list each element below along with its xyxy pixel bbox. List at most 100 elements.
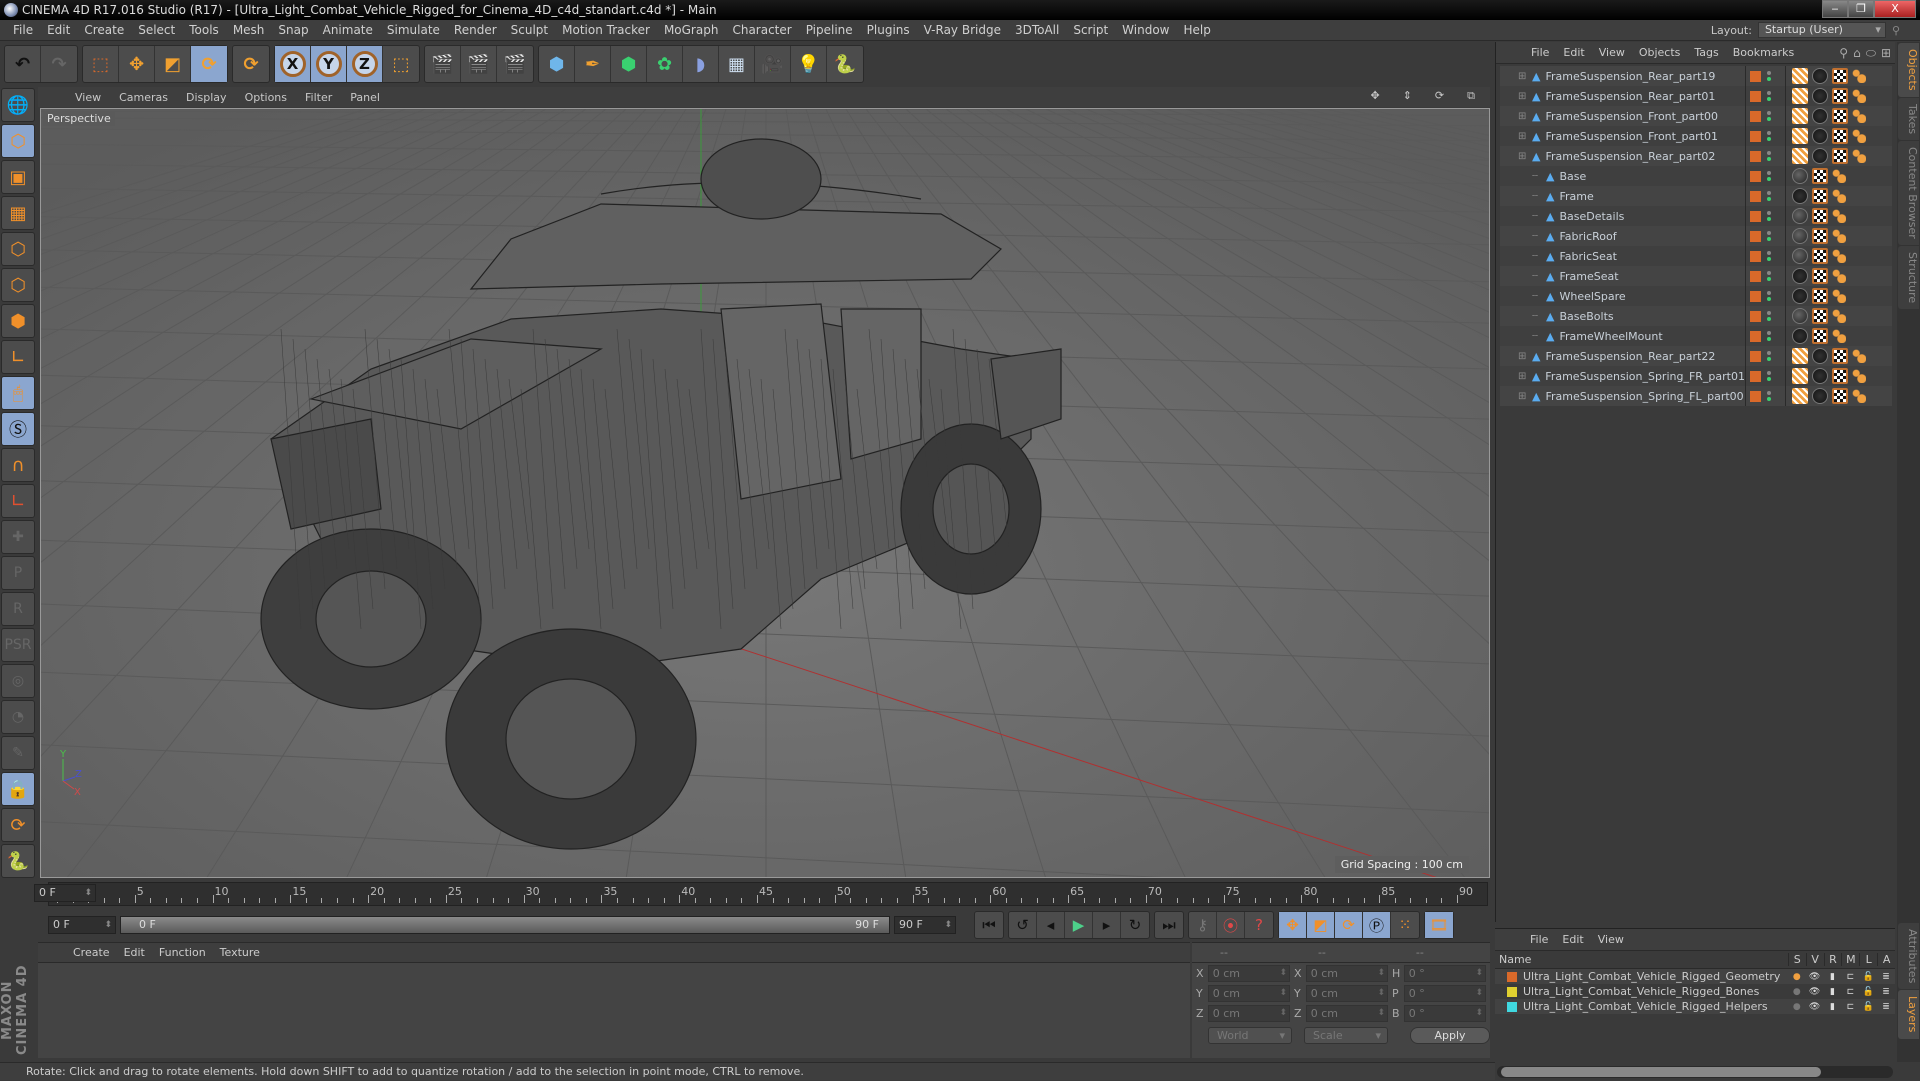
phong-tag-icon[interactable] (1852, 149, 1866, 163)
position-y-field[interactable]: 0 cm (1207, 984, 1290, 1002)
pen-button[interactable]: ✒ (575, 46, 611, 82)
horizontal-scrollbar[interactable] (1497, 1066, 1893, 1078)
end-frame-field[interactable]: 90 F (894, 916, 956, 934)
object-name[interactable]: BaseDetails (1559, 210, 1624, 223)
object-row[interactable]: ┄ ▲ Frame (1500, 186, 1892, 206)
lock-icon[interactable]: 🔓 (1859, 972, 1877, 982)
editor-visibility-dot[interactable] (1767, 371, 1771, 375)
material-tag-icon[interactable] (1792, 328, 1808, 344)
viewport-menu-filter[interactable]: Filter (296, 91, 341, 104)
object-name[interactable]: Frame (1559, 190, 1593, 203)
object-name[interactable]: FrameSuspension_Rear_part19 (1545, 70, 1715, 83)
phong-tag-icon[interactable] (1832, 169, 1846, 183)
uvw-tag-icon[interactable] (1812, 168, 1828, 184)
menu-pipeline[interactable]: Pipeline (799, 23, 860, 37)
tab-content-browser[interactable]: Content Browser (1898, 140, 1919, 245)
manager-icon[interactable]: ⊏ (1841, 987, 1859, 997)
polygons-mode-button[interactable]: ⬢ (1, 304, 35, 338)
animation-icon[interactable]: ≣ (1877, 972, 1895, 982)
object-name[interactable]: FrameSuspension_Rear_part01 (1545, 90, 1715, 103)
phong-tag-icon[interactable] (1832, 249, 1846, 263)
render-visibility-dot[interactable] (1767, 337, 1771, 341)
texture-mode-button[interactable]: ▣ (1, 160, 35, 194)
visibility-dots[interactable] (1767, 371, 1771, 381)
object-row[interactable]: ┄ ▲ WheelSpare (1500, 286, 1892, 306)
object-name[interactable]: FrameSuspension_Rear_part22 (1545, 350, 1715, 363)
editor-visibility-dot[interactable] (1767, 231, 1771, 235)
viewport-menu-panel[interactable]: Panel (341, 91, 389, 104)
key-psr-button[interactable]: PSR (1, 628, 35, 662)
editor-visibility-dot[interactable] (1767, 151, 1771, 155)
render-visibility-dot[interactable] (1767, 237, 1771, 241)
restore-button[interactable]: ❐ (1848, 0, 1874, 18)
viewport-menu-cameras[interactable]: Cameras (110, 91, 177, 104)
phong-tag-icon[interactable] (1852, 109, 1866, 123)
view-eye-icon[interactable]: 👁 (1806, 972, 1824, 982)
camera-button[interactable]: 🎥 (755, 46, 791, 82)
menu-plugins[interactable]: Plugins (860, 23, 917, 37)
uvw-tag-icon[interactable] (1812, 268, 1828, 284)
phong-tag-icon[interactable] (1852, 89, 1866, 103)
phong-tag-icon[interactable] (1832, 209, 1846, 223)
layer-row[interactable]: Ultra_Light_Combat_Vehicle_Rigged_Bones ●… (1495, 984, 1895, 999)
visibility-dots[interactable] (1767, 391, 1771, 401)
manager-icon[interactable]: ⊏ (1841, 972, 1859, 982)
timeline-ruler[interactable]: 051015202530354045505560657075808590 (48, 882, 1488, 906)
layer-menu-edit[interactable]: Edit (1555, 933, 1590, 946)
render-visibility-dot[interactable] (1767, 117, 1771, 121)
material-tag-icon[interactable] (1812, 368, 1828, 384)
goto-previous-key-button[interactable]: ↺ (1009, 912, 1037, 938)
phong-tag-icon[interactable] (1832, 309, 1846, 323)
material-menu-texture[interactable]: Texture (213, 946, 267, 959)
goto-next-key-button[interactable]: ↻ (1121, 912, 1149, 938)
layer-color-swatch[interactable] (1750, 210, 1761, 222)
layer-menu-file[interactable]: File (1523, 933, 1555, 946)
visibility-dots[interactable] (1767, 311, 1771, 321)
play-button[interactable]: ▶ (1065, 912, 1093, 938)
material-tag-icon[interactable] (1812, 88, 1828, 104)
key-param-button[interactable]: ◔ (1, 700, 35, 734)
solo-off-icon[interactable]: ● (1788, 1002, 1806, 1012)
material-tag-icon[interactable] (1792, 288, 1808, 304)
render-visibility-dot[interactable] (1767, 377, 1771, 381)
layer-color-swatch[interactable] (1750, 70, 1761, 82)
ik-tag-icon[interactable] (1792, 108, 1808, 124)
lock-icon[interactable]: 🔓 (1859, 987, 1877, 997)
expand-icon[interactable]: ⊞ (1518, 151, 1528, 162)
layer-color-swatch[interactable] (1507, 986, 1517, 997)
visibility-dots[interactable] (1767, 111, 1771, 121)
current-frame-field[interactable]: 0 F (34, 884, 96, 902)
move-button[interactable]: ✥ (119, 46, 155, 82)
layer-color-swatch[interactable] (1507, 1001, 1517, 1012)
material-tag-icon[interactable] (1792, 228, 1808, 244)
animation-icon[interactable]: ≣ (1877, 987, 1895, 997)
key-position-button[interactable]: P (1, 556, 35, 590)
uvw-tag-icon[interactable] (1832, 368, 1848, 384)
ik-tag-icon[interactable] (1792, 88, 1808, 104)
deformer-button[interactable]: ◗ (683, 46, 719, 82)
new-window-icon[interactable]: ⊞ (1881, 46, 1891, 61)
python-tool-button[interactable]: 🐍 (1, 844, 35, 878)
material-tag-icon[interactable] (1812, 128, 1828, 144)
live-selection-button[interactable]: ⬚ (83, 46, 119, 82)
render-visibility-dot[interactable] (1767, 157, 1771, 161)
layer-color-swatch[interactable] (1750, 110, 1761, 122)
menu-window[interactable]: Window (1115, 23, 1176, 37)
object-row[interactable]: ⊞ ▲ FrameSuspension_Front_part01 (1500, 126, 1892, 146)
tab-attributes[interactable]: Attributes (1898, 923, 1919, 990)
apply-button[interactable]: Apply (1410, 1027, 1490, 1044)
key-pla-button[interactable]: ✎ (1, 736, 35, 770)
menu-v-ray-bridge[interactable]: V-Ray Bridge (917, 23, 1008, 37)
phong-tag-icon[interactable] (1852, 129, 1866, 143)
ik-tag-icon[interactable] (1792, 388, 1808, 404)
expand-icon[interactable]: ⊞ (1518, 71, 1528, 82)
object-row[interactable]: ⊞ ▲ FrameSuspension_Rear_part01 (1500, 86, 1892, 106)
uvw-tag-icon[interactable] (1832, 68, 1848, 84)
layer-color-swatch[interactable] (1750, 170, 1761, 182)
uvw-tag-icon[interactable] (1832, 148, 1848, 164)
render-visibility-dot[interactable] (1767, 97, 1771, 101)
object-row[interactable]: ┄ ▲ FabricSeat (1500, 246, 1892, 266)
render-visibility-dot[interactable] (1767, 257, 1771, 261)
visibility-dots[interactable] (1767, 331, 1771, 341)
layer-color-swatch[interactable] (1750, 250, 1761, 262)
